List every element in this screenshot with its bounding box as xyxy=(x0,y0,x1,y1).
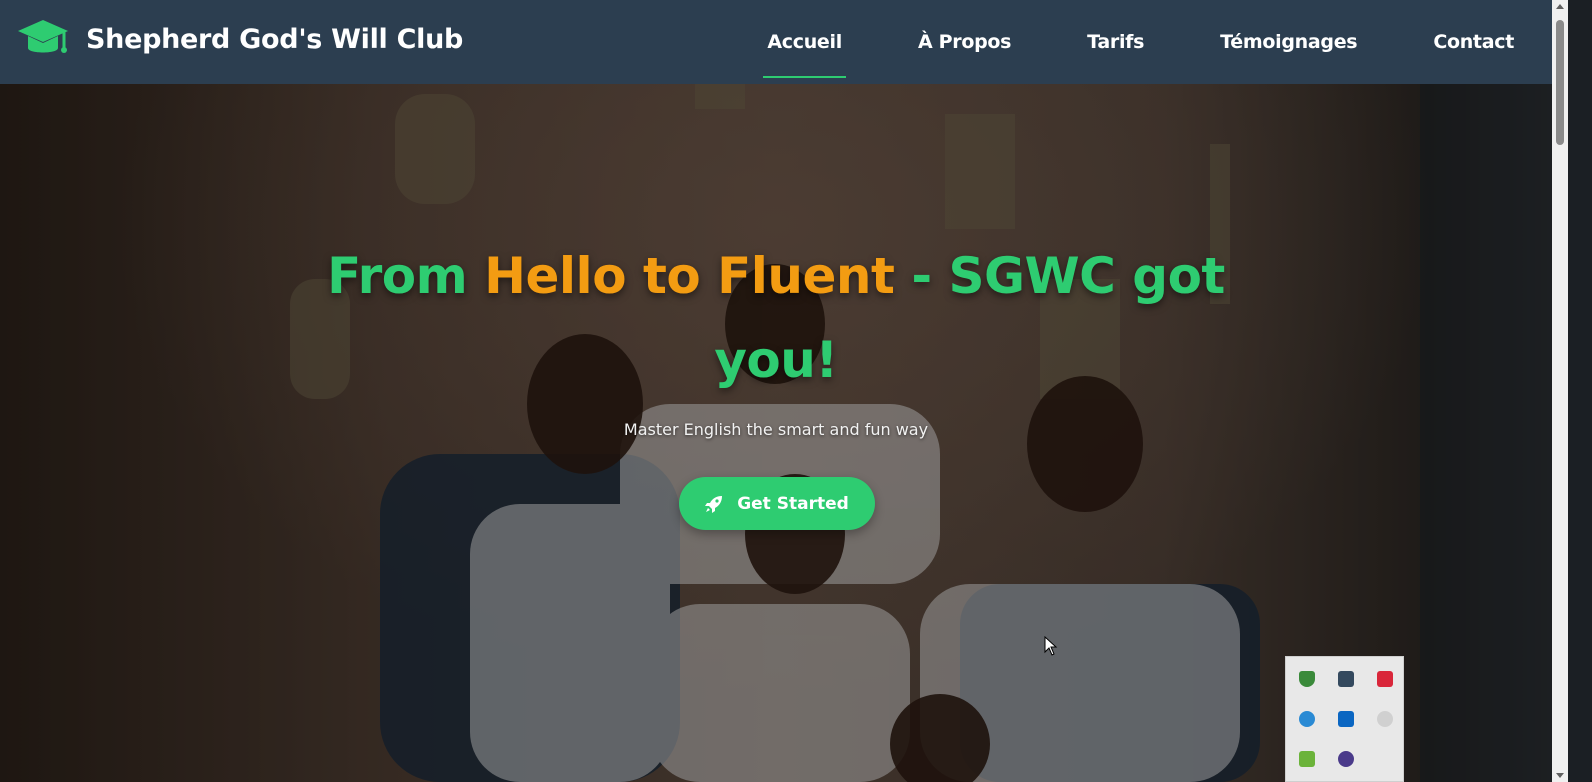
page-scrollbar[interactable] xyxy=(1552,0,1568,782)
rocket-icon xyxy=(705,495,723,513)
graduation-cap-icon xyxy=(18,20,68,53)
shield-icon[interactable] xyxy=(1287,659,1326,699)
get-started-label: Get Started xyxy=(737,493,849,514)
hero-title-accent: Hello to Fluent xyxy=(484,247,895,305)
skype-icon[interactable] xyxy=(1365,699,1404,739)
pdf-reader-icon[interactable] xyxy=(1365,659,1404,699)
nav-item-contact[interactable]: Contact xyxy=(1433,0,1514,84)
app-hexagon-icon[interactable] xyxy=(1326,739,1365,779)
system-tray-overflow xyxy=(1285,656,1404,782)
nav-item-accueil[interactable]: Accueil xyxy=(763,0,846,84)
hero-title: From Hello to Fluent - SGWC got you! xyxy=(276,234,1276,402)
scroll-down-arrow-icon[interactable] xyxy=(1556,773,1564,778)
nav-item-tarifs[interactable]: Tarifs xyxy=(1087,0,1144,84)
hero-subtitle: Master English the smart and fun way xyxy=(623,420,929,439)
brand[interactable]: Shepherd God's Will Club xyxy=(16,18,463,60)
remote-desktop-icon[interactable] xyxy=(1326,659,1365,699)
mouse-cursor-icon xyxy=(1044,636,1058,656)
nav-item-temoignages[interactable]: Témoignages xyxy=(1220,0,1357,84)
linkedin-icon[interactable] xyxy=(1326,699,1365,739)
navbar: Shepherd God's Will Club Accueil À Propo… xyxy=(0,0,1568,84)
hero-title-part1: From xyxy=(327,247,485,305)
get-started-button[interactable]: Get Started xyxy=(679,477,875,530)
scroll-thumb[interactable] xyxy=(1556,20,1564,145)
nav-item-a-propos[interactable]: À Propos xyxy=(918,0,1012,84)
bluestacks-icon[interactable] xyxy=(1287,739,1326,779)
scroll-up-arrow-icon[interactable] xyxy=(1556,4,1564,9)
nav-menu: Accueil À Propos Tarifs Témoignages Cont… xyxy=(763,0,1514,84)
brand-name: Shepherd God's Will Club xyxy=(86,23,464,55)
edge-browser-icon[interactable] xyxy=(1287,699,1326,739)
